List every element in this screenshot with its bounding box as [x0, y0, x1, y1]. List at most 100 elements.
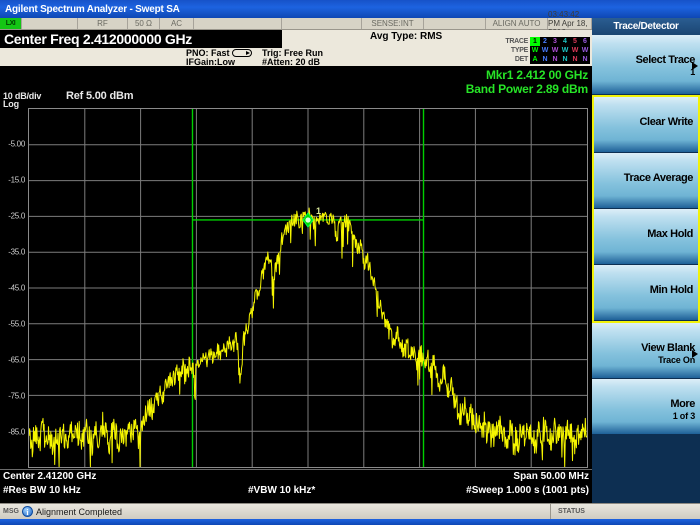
type-row: TYPE WWWWWW: [504, 46, 590, 55]
trace-detector-6: N: [580, 55, 590, 64]
trace-type-2: W: [540, 46, 550, 55]
softkey-view-blank[interactable]: View BlankTrace On: [592, 323, 700, 379]
bottom-rule: [0, 519, 700, 525]
trace-type-3: W: [550, 46, 560, 55]
avg-type-label: Avg Type: RMS: [370, 31, 442, 42]
msg-tag-label: MSG: [0, 508, 22, 515]
status-cell-timestamp: 03:43:42 PM Apr 18, 2016: [548, 18, 592, 29]
softkey-list: Select Trace1 Clear Write Trace Average Max…: [592, 35, 700, 435]
band-power-readout: Band Power 2.89 dBm: [466, 82, 588, 96]
instrument-status-strip: LXI RF 50 Ω AC SENSE:INT ALIGN AUTO 03:4…: [0, 18, 592, 30]
det-row: DET ANNNNN: [504, 55, 590, 64]
trace-number-6[interactable]: 6: [580, 37, 590, 46]
y-tick-label-5: -55.0: [8, 320, 25, 329]
message-text: Alignment Completed: [36, 507, 550, 517]
trace-type-6: W: [580, 46, 590, 55]
span-annotation: Span 50.00 MHz: [513, 471, 589, 482]
status-cell-blank-2: [194, 18, 282, 29]
status-tag-label: STATUS: [555, 508, 588, 515]
status-cell-align: ALIGN AUTO: [486, 18, 548, 29]
chevron-right-icon: [692, 62, 698, 70]
reference-level-label: Ref 5.00 dBm: [66, 90, 133, 102]
center-freq-annotation: Center 2.41200 GHz: [3, 471, 96, 482]
trace-number-1[interactable]: 1: [530, 37, 540, 46]
type-row-label: TYPE: [504, 47, 530, 54]
trace-number-4[interactable]: 4: [560, 37, 570, 46]
softkey-select-trace[interactable]: Select Trace1: [592, 35, 700, 95]
softkey-panel: Trace/Detector Select Trace1 Clear Write T…: [592, 18, 700, 503]
attenuation-label: #Atten: 20 dB: [262, 57, 320, 67]
trace-detector-indicator: TRACE 123456 TYPE WWWWWW DET ANNNNN: [504, 37, 590, 65]
trace-type-5: W: [570, 46, 580, 55]
trace-type-4: W: [560, 46, 570, 55]
softkey-sublabel: Trace On: [658, 355, 695, 365]
pno-arrow-icon: [232, 49, 252, 57]
trace-row: TRACE 123456: [504, 37, 590, 46]
window-title: Agilent Spectrum Analyzer - Swept SA: [5, 4, 180, 15]
trace-detector-3: N: [550, 55, 560, 64]
if-gain-label: IFGain:Low: [186, 57, 235, 67]
status-cell-sense: SENSE:INT: [362, 18, 424, 29]
status-cell-blank-4: [424, 18, 486, 29]
softkey-label: View Blank: [641, 342, 695, 354]
spectrum-plot-area[interactable]: 1: [28, 108, 588, 468]
y-tick-label-4: -45.0: [8, 284, 25, 293]
y-tick-label-3: -35.0: [8, 248, 25, 257]
chevron-right-icon: [692, 350, 698, 358]
softkey-label: Trace Average: [624, 172, 693, 184]
y-tick-label-7: -75.0: [8, 392, 25, 401]
trace-type-cells: WWWWWW: [530, 46, 590, 55]
softkey-label: More: [670, 398, 695, 410]
softkey-trace-average[interactable]: Trace Average: [594, 153, 698, 209]
trace-detector-cells: ANNNNN: [530, 55, 590, 64]
y-tick-label-8: -85.0: [8, 428, 25, 437]
softkey-clear-write[interactable]: Clear Write: [594, 97, 698, 153]
trace-row-label: TRACE: [504, 38, 530, 45]
status-cell-impedance: 50 Ω: [128, 18, 160, 29]
trace-number-2[interactable]: 2: [540, 37, 550, 46]
y-tick-label-6: -65.0: [8, 356, 25, 365]
marker-1-label: 1: [316, 206, 321, 216]
lxi-indicator: LXI: [0, 18, 22, 29]
det-row-label: DET: [504, 56, 530, 63]
status-cell-blank-1: [22, 18, 78, 29]
plot-gridlines: [29, 109, 587, 467]
softkey-min-hold[interactable]: Min Hold: [594, 265, 698, 321]
softkey-more[interactable]: More1 of 3: [592, 379, 700, 435]
spectrum-analyzer-window: Agilent Spectrum Analyzer - Swept SA LXI…: [0, 0, 700, 525]
trace-detector-4: N: [560, 55, 570, 64]
center-frequency-field[interactable]: Center Freq 2.412000000 GHz: [0, 30, 282, 48]
status-cell-coupling: AC: [160, 18, 194, 29]
y-tick-label-1: -15.0: [8, 176, 25, 185]
softkey-selected-group: Clear Write Trace Average Max Hold Min Hold: [592, 95, 700, 323]
trace-detector-2: N: [540, 55, 550, 64]
marker-freq-readout: Mkr1 2.412 00 GHz: [466, 68, 588, 82]
marker-1-center-dot: [305, 217, 310, 222]
status-area: STATUS: [550, 504, 700, 519]
y-axis-tick-labels: -5.00-15.0-25.0-35.0-45.0-55.0-65.0-75.0…: [0, 108, 27, 468]
marker-readout: Mkr1 2.412 00 GHz Band Power 2.89 dBm: [466, 68, 588, 96]
softkey-label: Clear Write: [640, 116, 693, 128]
res-bw-annotation: #Res BW 10 kHz: [3, 485, 81, 496]
settings-panel: Center Freq 2.412000000 GHz Avg Type: RM…: [0, 30, 592, 66]
softkey-label: Select Trace: [636, 54, 695, 66]
info-icon: i: [22, 506, 33, 517]
softkey-label: Max Hold: [647, 228, 693, 240]
status-cell-rf: RF: [78, 18, 128, 29]
trace-number-3[interactable]: 3: [550, 37, 560, 46]
sweep-annotation: #Sweep 1.000 s (1001 pts): [466, 485, 589, 496]
trace-detector-1: A: [530, 55, 540, 64]
trace-number-cells: 123456: [530, 37, 590, 46]
softkey-menu-title: Trace/Detector: [592, 18, 700, 35]
window-title-bar: Agilent Spectrum Analyzer - Swept SA: [0, 0, 700, 18]
vbw-annotation: #VBW 10 kHz*: [248, 485, 315, 496]
softkey-max-hold[interactable]: Max Hold: [594, 209, 698, 265]
message-bar: MSG i Alignment Completed STATUS: [0, 503, 700, 519]
trace-detector-5: N: [570, 55, 580, 64]
trace-number-5[interactable]: 5: [570, 37, 580, 46]
softkey-sublabel: 1 of 3: [673, 411, 695, 421]
y-tick-label-2: -25.0: [8, 212, 25, 221]
trace-type-1: W: [530, 46, 540, 55]
spectrum-trace-svg: 1: [29, 109, 587, 467]
status-cell-blank-3: [282, 18, 362, 29]
